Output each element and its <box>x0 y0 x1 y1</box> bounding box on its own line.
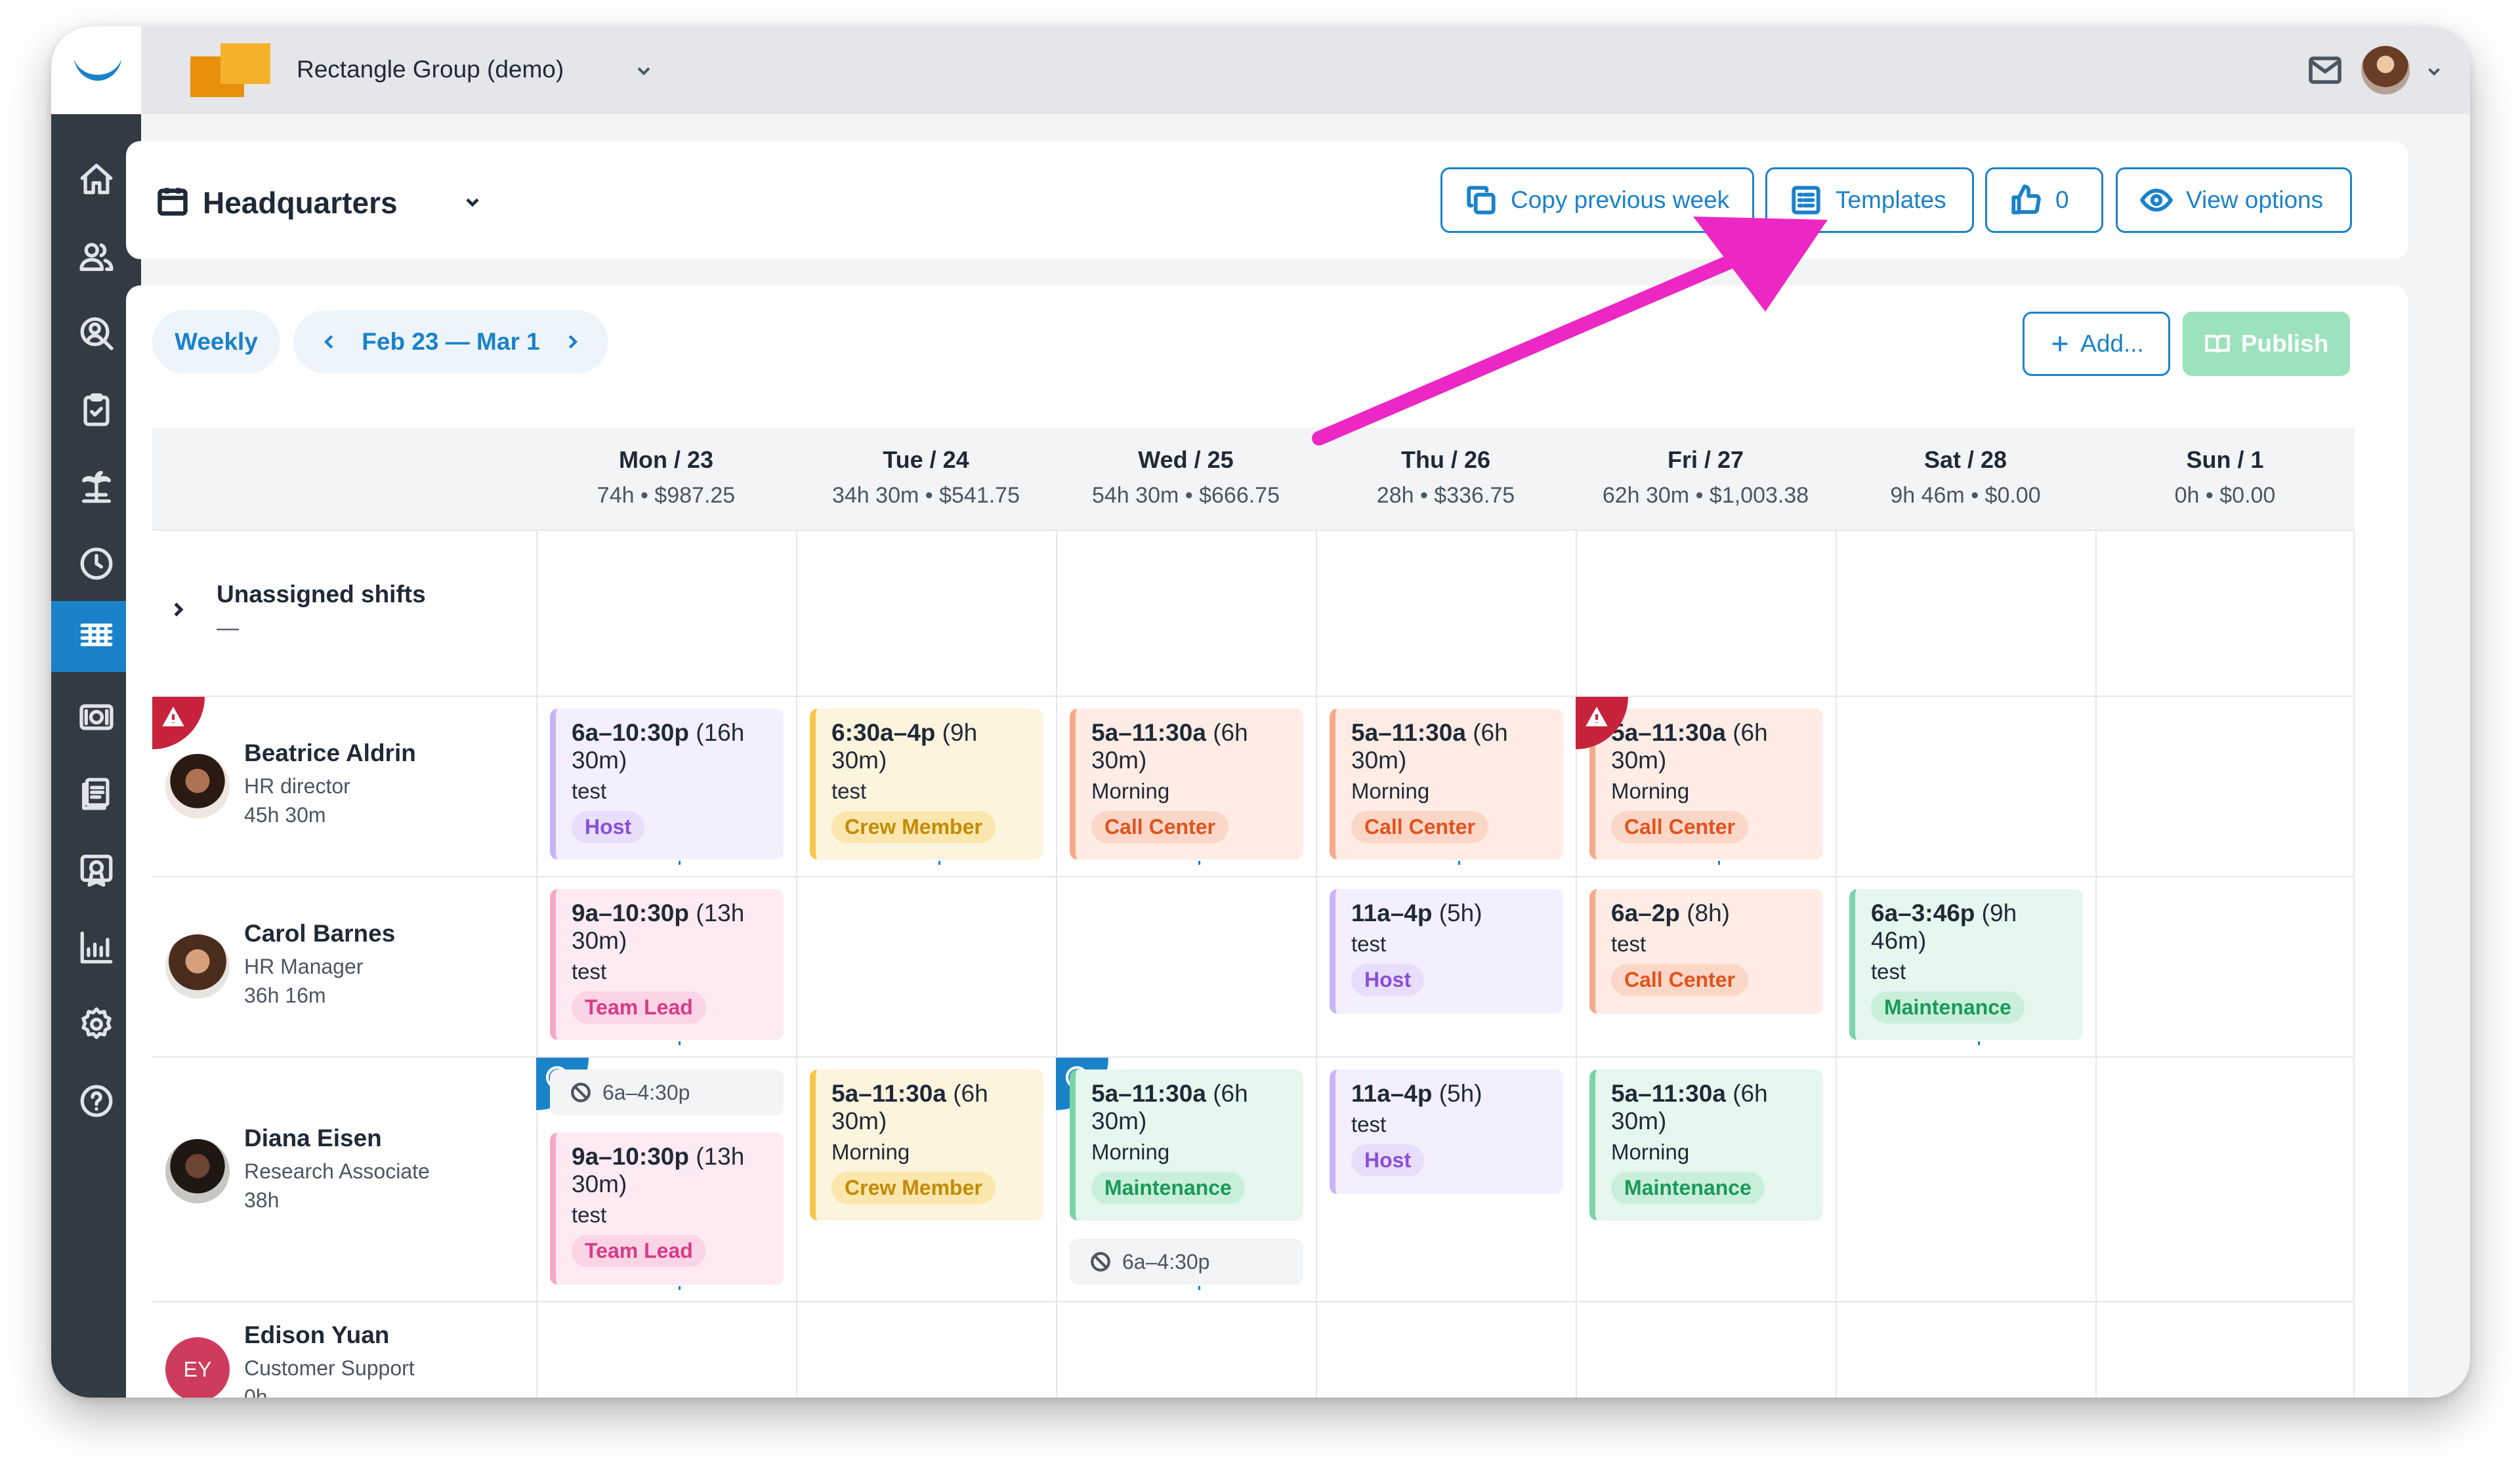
chevron-right-icon[interactable] <box>562 332 582 352</box>
blocked-icon <box>571 1083 591 1102</box>
role-tag: Crew Member <box>831 1172 996 1204</box>
view-mode-select[interactable]: Weekly <box>152 310 280 373</box>
role-tag: Crew Member <box>831 811 996 843</box>
copy-previous-week-button[interactable]: Copy previous week <box>1440 167 1754 233</box>
top-bar: Rectangle Group (demo) <box>141 26 2470 114</box>
shift-card[interactable]: 6a–3:46p (9h 46m) test Maintenance <box>1849 889 2083 1040</box>
role-tag: Call Center <box>1351 811 1488 843</box>
blocked-icon <box>1091 1252 1110 1272</box>
likes-button[interactable]: 0 <box>1985 167 2103 233</box>
employee-avatar[interactable] <box>165 1139 230 1203</box>
view-options-button[interactable]: View options <box>2116 167 2352 233</box>
day-header-sun: Sun / 1 0h • $0.00 <box>2095 428 2355 530</box>
shift-card[interactable]: 9a–10:30p (13h 30m) test Team Lead <box>550 889 784 1040</box>
employee-role: HR Manager <box>244 955 364 978</box>
employee-hours: 45h 30m <box>244 803 326 827</box>
shift-card[interactable]: 6:30a–4p (9h 30m) test Crew Member <box>810 709 1043 860</box>
templates-button[interactable]: Templates <box>1765 167 1974 233</box>
employee-name[interactable]: Edison Yuan <box>244 1321 389 1349</box>
employee-name[interactable]: Carol Barnes <box>244 920 395 947</box>
org-logo <box>190 43 270 97</box>
role-tag: Call Center <box>1611 811 1748 843</box>
time-off-block[interactable]: 6a–4:30p <box>1070 1239 1303 1285</box>
chevron-down-icon[interactable] <box>462 192 483 213</box>
shift-card[interactable]: 5a–11:30a (6h 30m) Morning Maintenance <box>1070 1070 1303 1220</box>
employee-role: Customer Support <box>244 1356 415 1380</box>
shift-card[interactable]: 5a–11:30a (6h 30m) Morning Crew Member <box>810 1070 1043 1220</box>
thumbs-up-icon <box>2011 184 2041 215</box>
schedule-card: Weekly Feb 23 — Mar 1 Add... Publish Mon… <box>126 285 2408 1398</box>
app-logo[interactable] <box>51 26 141 114</box>
location-title[interactable]: Headquarters <box>203 185 398 220</box>
calendar-icon <box>158 188 188 216</box>
unassigned-shifts-title[interactable]: Unassigned shifts <box>217 581 426 608</box>
shift-card[interactable]: 5a–11:30a (6h 30m) Morning Call Center <box>1070 709 1303 860</box>
user-avatar[interactable] <box>2361 46 2410 94</box>
employee-name[interactable]: Diana Eisen <box>244 1125 382 1152</box>
employee-hours: 0h <box>244 1385 268 1398</box>
day-header-thu: Thu / 26 28h • $336.75 <box>1316 428 1576 530</box>
day-header-fri: Fri / 27 62h 30m • $1,003.38 <box>1576 428 1836 530</box>
chevron-right-icon[interactable] <box>168 600 188 619</box>
shift-card[interactable]: 5a–11:30a (6h 30m) Morning Call Center <box>1589 709 1823 860</box>
role-tag: Call Center <box>1091 811 1228 843</box>
shift-card[interactable]: 6a–10:30p (16h 30m) test Host <box>550 709 784 860</box>
role-tag: Maintenance <box>1091 1172 1245 1204</box>
role-tag: Maintenance <box>1871 991 2025 1024</box>
publish-button[interactable]: Publish <box>2183 312 2350 376</box>
chevron-left-icon[interactable] <box>320 332 339 352</box>
employee-hours: 36h 16m <box>244 984 326 1007</box>
eye-icon <box>2140 188 2173 212</box>
role-tag: Host <box>1351 964 1425 996</box>
day-header-mon: Mon / 23 74h • $987.25 <box>536 428 796 530</box>
plus-icon <box>2052 336 2068 352</box>
mail-icon[interactable] <box>2308 56 2342 85</box>
day-header-sat: Sat / 28 9h 46m • $0.00 <box>1836 428 2095 530</box>
shift-card[interactable]: 11a–4p (5h) test Host <box>1330 889 1563 1014</box>
role-tag: Team Lead <box>572 1235 706 1267</box>
shift-card[interactable]: 6a–2p (8h) test Call Center <box>1589 889 1823 1014</box>
warning-badge[interactable] <box>152 697 205 749</box>
shift-card[interactable]: 9a–10:30p (13h 30m) test Team Lead <box>550 1132 784 1285</box>
shift-card[interactable]: 11a–4p (5h) test Host <box>1330 1070 1563 1194</box>
role-tag: Host <box>1351 1144 1425 1176</box>
smile-logo-icon <box>74 60 122 87</box>
shift-card[interactable]: 5a–11:30a (6h 30m) Morning Call Center <box>1330 709 1563 860</box>
schedule-header: Headquarters Copy previous week Template… <box>126 141 2408 259</box>
org-name[interactable]: Rectangle Group (demo) <box>297 56 564 83</box>
date-range-label[interactable]: Feb 23 — Mar 1 <box>362 328 539 356</box>
employee-name[interactable]: Beatrice Aldrin <box>244 739 416 767</box>
app-window: Rectangle Group (demo) Headquarters Copy… <box>51 26 2470 1398</box>
role-tag: Team Lead <box>572 991 706 1024</box>
shift-card[interactable]: 5a–11:30a (6h 30m) Morning Maintenance <box>1589 1070 1823 1220</box>
publish-book-icon <box>2204 335 2230 353</box>
employee-hours: 38h <box>244 1188 280 1212</box>
role-tag: Maintenance <box>1611 1172 1765 1204</box>
chevron-down-icon[interactable] <box>633 60 654 81</box>
employee-role: Research Associate <box>244 1159 430 1183</box>
role-tag: Host <box>572 811 645 843</box>
role-tag: Call Center <box>1611 964 1748 996</box>
employee-role: HR director <box>244 774 350 798</box>
templates-icon <box>1792 186 1820 215</box>
time-off-block[interactable]: 6a–4:30p <box>550 1070 784 1115</box>
date-range-navigator: Feb 23 — Mar 1 <box>293 310 608 373</box>
add-button[interactable]: Add... <box>2023 312 2170 376</box>
chevron-down-icon[interactable] <box>2424 62 2444 81</box>
copy-icon <box>1467 186 1496 215</box>
unassigned-shifts-value: — <box>217 615 239 640</box>
employee-avatar[interactable]: EY <box>165 1337 230 1398</box>
schedule-grid: Mon / 23 74h • $987.25 Tue / 24 34h 30m • … <box>152 428 2355 1398</box>
employee-avatar[interactable] <box>165 934 230 999</box>
employee-avatar[interactable] <box>165 754 230 818</box>
day-header-wed: Wed / 25 54h 30m • $666.75 <box>1056 428 1316 530</box>
grid-corner <box>152 428 536 530</box>
day-header-tue: Tue / 24 34h 30m • $541.75 <box>796 428 1056 530</box>
